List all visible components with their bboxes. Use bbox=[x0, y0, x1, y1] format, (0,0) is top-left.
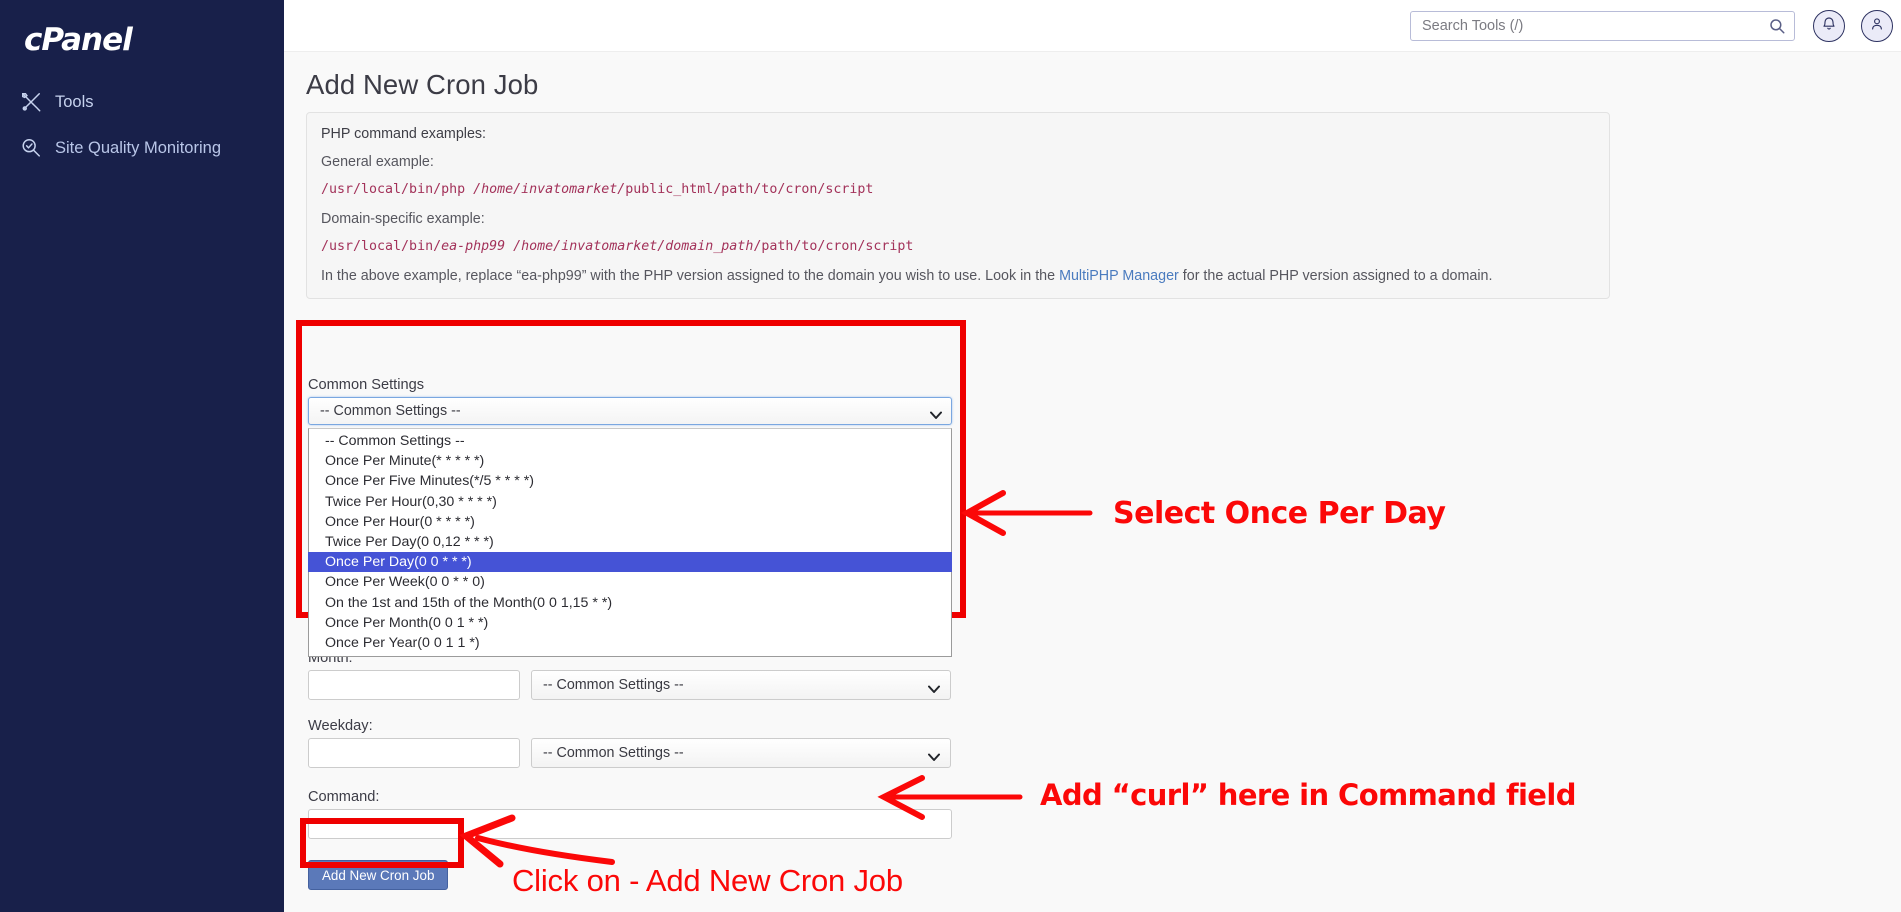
common-settings-option[interactable]: Once Per Day(0 0 * * *) bbox=[308, 552, 952, 573]
weekday-label: Weekday: bbox=[308, 718, 373, 734]
notifications-button[interactable] bbox=[1813, 10, 1845, 42]
chevron-down-icon bbox=[928, 749, 940, 767]
common-settings-option[interactable]: -- Common Settings -- bbox=[309, 431, 951, 451]
note-text-after: for the actual PHP version assigned to a… bbox=[1178, 268, 1493, 284]
general-example-code: /usr/local/bin/php /home/invatomarket/pu… bbox=[321, 182, 1595, 197]
domain-example-label: Domain-specific example: bbox=[321, 211, 485, 227]
bell-icon bbox=[1821, 16, 1837, 37]
multiphp-manager-link[interactable]: MultiPHP Manager bbox=[1059, 268, 1179, 284]
month-common-settings-select[interactable]: -- Common Settings -- bbox=[531, 670, 951, 700]
user-icon bbox=[1869, 16, 1885, 37]
month-input[interactable] bbox=[308, 670, 520, 700]
php-examples-panel: PHP command examples: General example: /… bbox=[306, 112, 1610, 299]
code-php-version: ea-php99 bbox=[441, 239, 506, 254]
common-settings-option[interactable]: Once Per Hour(0 * * * *) bbox=[309, 512, 951, 532]
weekday-input[interactable] bbox=[308, 738, 520, 768]
search-input[interactable] bbox=[1411, 12, 1763, 40]
common-settings-selected-value: -- Common Settings -- bbox=[320, 403, 461, 419]
top-header bbox=[284, 0, 1901, 52]
tools-icon bbox=[20, 91, 42, 113]
php-examples-heading: PHP command examples: bbox=[321, 126, 487, 142]
common-settings-option[interactable]: On the 1st and 15th of the Month(0 0 1,1… bbox=[309, 593, 951, 613]
month-select-value: -- Common Settings -- bbox=[543, 677, 684, 693]
main-content: Add New Cron Job PHP command examples: G… bbox=[284, 52, 1901, 912]
site-quality-icon bbox=[20, 137, 42, 159]
general-example-label: General example: bbox=[321, 154, 434, 170]
code-binary: /usr/local/bin/php bbox=[321, 182, 474, 197]
domain-example-code: /usr/local/bin/ea-php99 /home/invatomark… bbox=[321, 239, 1595, 254]
common-settings-option[interactable]: Twice Per Day(0 0,12 * * *) bbox=[309, 532, 951, 552]
chevron-down-icon bbox=[928, 681, 940, 699]
cpanel-logo[interactable]: cPanel bbox=[24, 22, 133, 58]
note-text-before: In the above example, replace “ea-php99”… bbox=[321, 268, 1060, 284]
search-icon[interactable] bbox=[1768, 17, 1786, 35]
common-settings-option[interactable]: Twice Per Hour(0,30 * * * *) bbox=[309, 492, 951, 512]
common-settings-select[interactable]: -- Common Settings -- bbox=[308, 397, 952, 425]
common-settings-option[interactable]: Once Per Minute(* * * * *) bbox=[309, 451, 951, 471]
common-settings-label: Common Settings bbox=[308, 377, 424, 393]
account-button[interactable] bbox=[1861, 10, 1893, 42]
sidebar-item-site-quality-monitoring[interactable]: Site Quality Monitoring bbox=[20, 135, 221, 161]
code-script-tail: /path/to/cron/script bbox=[753, 239, 914, 254]
sidebar-item-tools[interactable]: Tools bbox=[20, 89, 94, 115]
common-settings-option[interactable]: Once Per Week(0 0 * * 0) bbox=[309, 572, 951, 592]
php-version-note: In the above example, replace “ea-php99”… bbox=[321, 268, 1595, 284]
sidebar: cPanel Tools Site Quality Monitoring bbox=[0, 0, 284, 912]
code-script-path: public_html/path/to/cron/script bbox=[625, 182, 874, 197]
add-new-cron-job-button[interactable]: Add New Cron Job bbox=[308, 860, 449, 890]
code-home-path: /home/invatomarket/ bbox=[473, 182, 626, 197]
common-settings-options-list[interactable]: -- Common Settings -- Once Per Minute(* *… bbox=[308, 428, 952, 658]
weekday-select-value: -- Common Settings -- bbox=[543, 745, 684, 761]
command-input[interactable] bbox=[308, 809, 952, 839]
common-settings-option[interactable]: Once Per Month(0 0 1 * *) bbox=[309, 613, 951, 633]
code-binary-prefix: /usr/local/bin/ bbox=[321, 239, 442, 254]
sidebar-item-label: Tools bbox=[55, 92, 94, 111]
page-title: Add New Cron Job bbox=[306, 69, 539, 100]
search-box[interactable] bbox=[1410, 11, 1795, 41]
command-label: Command: bbox=[308, 789, 380, 805]
code-domain-path: /home/invatomarket/domain_path bbox=[513, 239, 754, 254]
common-settings-option[interactable]: Once Per Five Minutes(*/5 * * * *) bbox=[309, 471, 951, 491]
common-settings-option[interactable]: Once Per Year(0 0 1 1 *) bbox=[309, 633, 951, 653]
chevron-down-icon bbox=[930, 407, 942, 425]
sidebar-item-label: Site Quality Monitoring bbox=[55, 138, 221, 157]
weekday-common-settings-select[interactable]: -- Common Settings -- bbox=[531, 738, 951, 768]
